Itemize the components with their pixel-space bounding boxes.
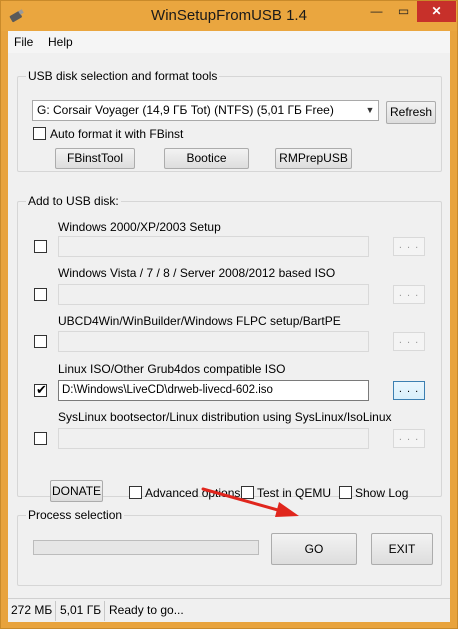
source-checkbox-linux-iso[interactable]: ✔ — [34, 382, 47, 397]
menu-bar: File Help — [8, 31, 450, 53]
browse-button-linux-iso[interactable]: . . . — [393, 381, 425, 400]
annotation-arrow — [201, 487, 299, 517]
status-bar: 272 МБ 5,01 ГБ Ready to go... — [8, 598, 450, 622]
source-label-ubcd: UBCD4Win/WinBuilder/Windows FLPC setup/B… — [58, 314, 341, 328]
usb-disk-group-title: USB disk selection and format tools — [26, 69, 220, 83]
checkmark-icon: ✔ — [36, 382, 47, 397]
progress-bar — [33, 540, 259, 555]
bootice-button[interactable]: Bootice — [164, 148, 249, 169]
source-label-linux-iso: Linux ISO/Other Grub4dos compatible ISO — [58, 362, 286, 376]
status-divider — [55, 601, 56, 621]
show-log-checkbox[interactable] — [339, 486, 352, 499]
source-checkbox-vista[interactable] — [34, 288, 47, 301]
source-label-vista: Windows Vista / 7 / 8 / Server 2008/2012… — [58, 266, 336, 280]
menu-help[interactable]: Help — [48, 35, 73, 49]
source-label-syslinux: SysLinux bootsector/Linux distribution u… — [58, 410, 392, 424]
chevron-down-icon: ▼ — [365, 105, 375, 115]
status-divider — [104, 601, 105, 621]
browse-button-syslinux[interactable]: . . . — [393, 429, 425, 448]
source-path-xp[interactable] — [58, 236, 369, 257]
browse-button-xp[interactable]: . . . — [393, 237, 425, 256]
fbinsttool-button[interactable]: FBinstTool — [55, 148, 135, 169]
source-path-ubcd[interactable] — [58, 331, 369, 352]
add-to-usb-group: Add to USB disk: Windows 2000/XP/2003 Se… — [17, 194, 442, 497]
refresh-button[interactable]: Refresh — [386, 101, 436, 124]
rmprepusb-button[interactable]: RMPrepUSB — [275, 148, 352, 169]
add-to-usb-group-title: Add to USB disk: — [26, 194, 121, 208]
title-bar[interactable]: WinSetupFromUSB 1.4 — ▭ ✕ — [1, 1, 457, 31]
auto-format-checkbox[interactable] — [33, 127, 46, 140]
browse-button-vista[interactable]: . . . — [393, 285, 425, 304]
minimize-button[interactable]: — — [363, 1, 390, 22]
browse-button-ubcd[interactable]: . . . — [393, 332, 425, 351]
menu-file[interactable]: File — [14, 35, 33, 49]
maximize-button[interactable]: ▭ — [390, 1, 417, 22]
usb-disk-select[interactable]: G: Corsair Voyager (14,9 ГБ Tot) (NTFS) … — [32, 100, 379, 121]
status-message: Ready to go... — [109, 603, 184, 617]
source-path-linux-iso[interactable]: D:\Windows\LiveCD\drweb-livecd-602.iso — [58, 380, 369, 401]
auto-format-label: Auto format it with FBinst — [50, 127, 184, 141]
source-checkbox-ubcd[interactable] — [34, 335, 47, 348]
status-disk-size: 272 МБ — [11, 603, 53, 617]
usb-disk-select-value: G: Corsair Voyager (14,9 ГБ Tot) (NTFS) … — [37, 103, 334, 117]
source-label-xp: Windows 2000/XP/2003 Setup — [58, 220, 221, 234]
usb-disk-group: USB disk selection and format tools G: C… — [17, 69, 442, 172]
source-path-vista[interactable] — [58, 284, 369, 305]
process-group-title: Process selection — [26, 508, 125, 522]
donate-button[interactable]: DONATE — [50, 480, 103, 502]
source-checkbox-xp[interactable] — [34, 240, 47, 253]
exit-button[interactable]: EXIT — [371, 533, 433, 565]
show-log-label: Show Log — [355, 486, 409, 500]
status-free-space: 5,01 ГБ — [60, 603, 102, 617]
go-button[interactable]: GO — [271, 533, 357, 565]
app-window: WinSetupFromUSB 1.4 — ▭ ✕ File Help USB … — [0, 0, 458, 629]
source-checkbox-syslinux[interactable] — [34, 432, 47, 445]
process-group: Process selection GO EXIT — [17, 508, 442, 586]
advanced-options-checkbox[interactable] — [129, 486, 142, 499]
client-area: File Help USB disk selection and format … — [8, 31, 450, 622]
close-button[interactable]: ✕ — [417, 1, 456, 22]
source-path-syslinux[interactable] — [58, 428, 369, 449]
